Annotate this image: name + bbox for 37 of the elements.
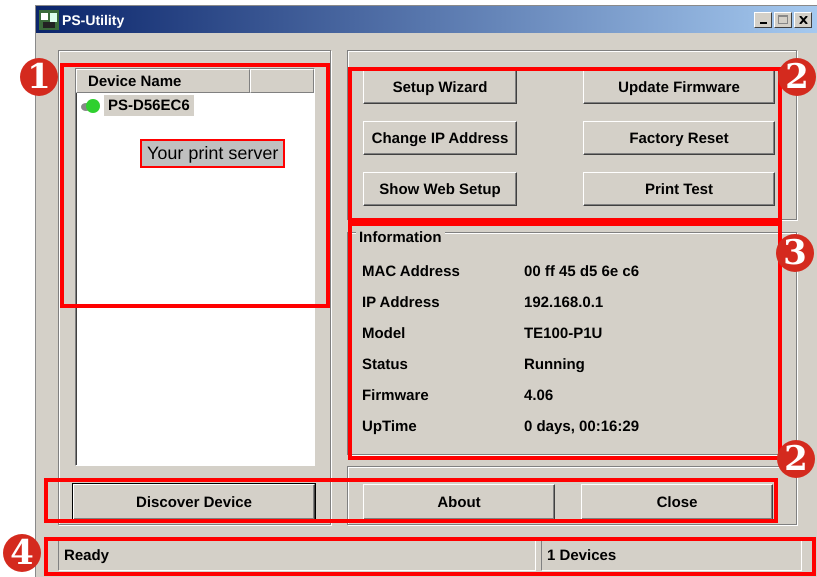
info-label: Model bbox=[362, 325, 406, 344]
action-button[interactable]: Change IP Address bbox=[363, 121, 517, 155]
dialog-button[interactable]: About bbox=[363, 484, 555, 520]
info-label: MAC Address bbox=[362, 263, 461, 282]
info-value: 0 days, 00:16:29 bbox=[524, 418, 640, 437]
dialog-button[interactable]: Close bbox=[581, 484, 773, 520]
info-label: UpTime bbox=[362, 418, 418, 437]
device-status-icon bbox=[80, 96, 102, 114]
action-button[interactable]: Print Test bbox=[583, 172, 775, 206]
step-marker: 4 bbox=[3, 534, 41, 572]
info-label: Firmware bbox=[362, 387, 430, 406]
action-button[interactable]: Setup Wizard bbox=[363, 70, 517, 104]
window-title: PS-Utility bbox=[62, 12, 124, 28]
step-marker: 1 bbox=[20, 58, 58, 96]
action-button[interactable]: Update Firmware bbox=[583, 70, 775, 104]
close-button[interactable] bbox=[794, 12, 812, 28]
column-header[interactable]: Device Name bbox=[76, 69, 250, 93]
close-icon bbox=[798, 16, 808, 24]
info-label: Status bbox=[362, 356, 409, 375]
app-icon bbox=[39, 10, 59, 30]
info-value: TE100-P1U bbox=[524, 325, 604, 344]
discover-button[interactable]: Discover Device bbox=[73, 484, 315, 520]
info-value: 00 ff 45 d5 6e c6 bbox=[524, 263, 640, 282]
maximize-button[interactable] bbox=[774, 12, 792, 28]
status-pane: 1 Devices bbox=[541, 540, 802, 571]
action-button[interactable]: Show Web Setup bbox=[363, 172, 517, 206]
action-button[interactable]: Factory Reset bbox=[583, 121, 775, 155]
info-value: 4.06 bbox=[524, 387, 554, 406]
info-value: Running bbox=[524, 356, 586, 375]
minimize-button[interactable] bbox=[754, 12, 772, 28]
status-pane: Ready bbox=[58, 540, 536, 571]
minimize-icon bbox=[760, 22, 766, 24]
maximize-icon bbox=[778, 15, 788, 24]
info-label: IP Address bbox=[362, 294, 441, 313]
device-item[interactable]: PS-D56EC6 bbox=[104, 95, 194, 116]
callout-label: Your print server bbox=[140, 139, 286, 168]
info-value: 192.168.0.1 bbox=[524, 294, 604, 313]
